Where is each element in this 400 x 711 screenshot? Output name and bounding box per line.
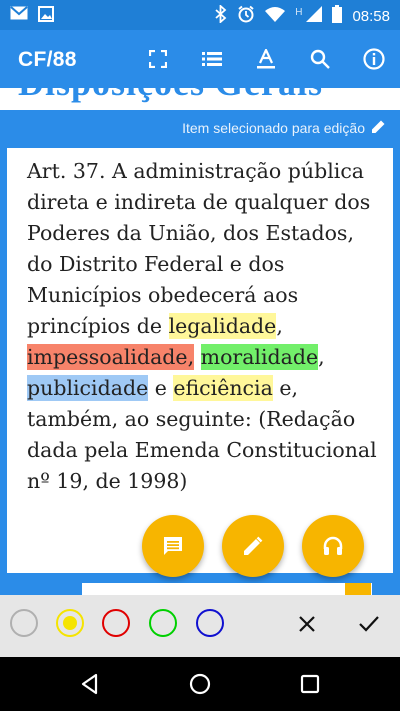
wifi-icon	[265, 6, 286, 26]
color-blue-swatch[interactable]	[196, 609, 224, 637]
signal-h-icon: H	[295, 6, 303, 18]
color-green-swatch[interactable]	[149, 609, 177, 637]
confirm-button[interactable]	[356, 611, 382, 637]
edit-pencil-icon	[244, 536, 263, 555]
alarm-icon	[237, 5, 255, 27]
comment-button[interactable]	[142, 515, 204, 577]
back-icon[interactable]	[78, 672, 102, 696]
edit-pencil-small-icon[interactable]	[371, 119, 386, 137]
battery-icon	[332, 5, 343, 27]
list-icon[interactable]	[200, 47, 224, 71]
listen-button[interactable]	[302, 515, 364, 577]
gmail-icon	[10, 6, 28, 22]
edit-button[interactable]	[222, 515, 284, 577]
fullscreen-icon[interactable]	[146, 47, 170, 71]
status-bar: H 08:58	[0, 0, 400, 30]
signal-icon	[306, 6, 323, 26]
highlight-moralidade[interactable]: moralidade	[200, 344, 319, 370]
info-icon[interactable]	[362, 47, 386, 71]
color-red-swatch[interactable]	[102, 609, 130, 637]
highlight-legalidade[interactable]: legalidade	[168, 313, 277, 339]
content-area: Disposições Gerais Item selecionado para…	[0, 88, 400, 595]
highlight-impessoalidade[interactable]: impessoalidade,	[27, 344, 195, 370]
article-sep	[194, 345, 201, 369]
app-bar: CF/88	[0, 30, 400, 88]
article-sep: ,	[276, 314, 283, 338]
app-title: CF/88	[18, 48, 77, 71]
headphones-icon	[323, 536, 343, 555]
article-text[interactable]: Art. 37. A administração pública direta …	[27, 156, 379, 497]
highlight-publicidade[interactable]: publicidade	[27, 375, 149, 401]
image-icon	[38, 6, 56, 22]
article-card: Art. 37. A administração pública direta …	[7, 148, 393, 573]
color-white-swatch[interactable]	[10, 609, 38, 637]
check-icon	[359, 616, 379, 632]
editor-caption: Item selecionado para edição	[182, 119, 386, 137]
highlight-eficiencia[interactable]: eficiência	[173, 375, 273, 401]
editor-caption-text: Item selecionado para edição	[182, 120, 365, 136]
text-format-icon[interactable]	[254, 47, 278, 71]
selected-indicator	[63, 616, 77, 630]
color-yellow-swatch[interactable]	[56, 609, 84, 637]
clock-time: 08:58	[352, 7, 390, 25]
comment-icon	[164, 537, 182, 555]
color-palette-bar	[0, 595, 400, 657]
search-icon[interactable]	[308, 47, 332, 71]
recents-icon[interactable]	[298, 672, 322, 696]
article-text-part1: Art. 37. A administração pública direta …	[27, 159, 371, 338]
close-icon	[299, 616, 315, 632]
cancel-button[interactable]	[294, 611, 320, 637]
section-heading: Disposições Gerais	[18, 88, 323, 104]
peek-card	[82, 583, 372, 595]
editor-panel: Item selecionado para edição Art. 37. A …	[0, 110, 400, 595]
home-icon[interactable]	[188, 672, 212, 696]
bluetooth-icon	[215, 3, 227, 27]
article-sep: ,	[318, 345, 325, 369]
system-nav-bar	[0, 657, 400, 711]
article-sep: e	[148, 376, 174, 400]
peek-fab	[345, 583, 371, 595]
